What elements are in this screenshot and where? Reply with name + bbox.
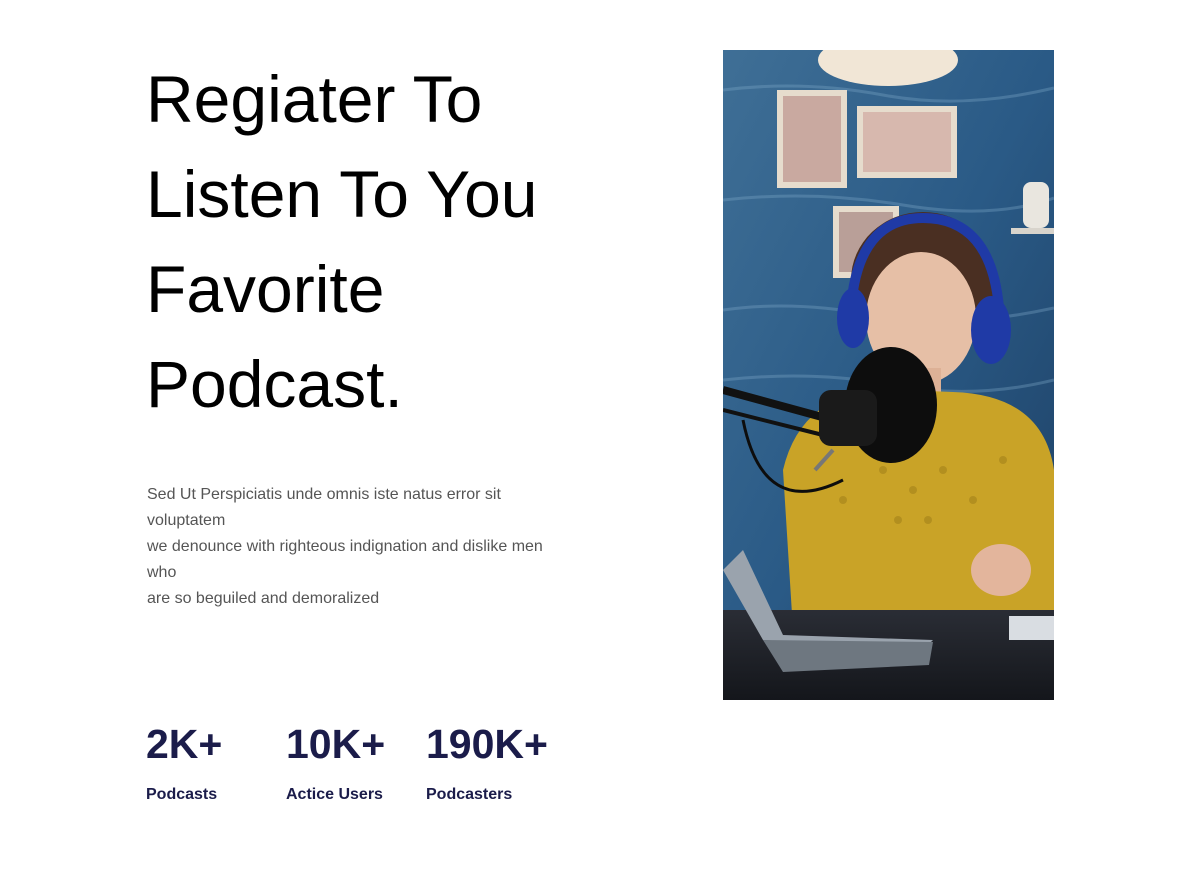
- hero-title-line-3: Favorite: [146, 252, 385, 326]
- hero-description-line-4: who: [147, 564, 177, 581]
- stat-value: 10K+: [286, 721, 386, 767]
- hero-description: Sed Ut Perspiciatis unde omnis iste natu…: [147, 482, 567, 612]
- stat-value: 2K+: [146, 721, 223, 767]
- hero-description-line-2: voluptatem: [147, 512, 226, 529]
- hero-title-line-2: Listen To You: [146, 157, 538, 231]
- stat-podcasters: 190K+ Podcasters: [426, 718, 548, 805]
- hero-title-line-4: Podcast.: [146, 347, 403, 421]
- stat-label: Podcasters: [426, 786, 513, 803]
- podcaster-photo-illustration: [723, 50, 1054, 700]
- hero-description-line-5: are so beguiled and demoralized: [147, 590, 380, 607]
- stat-value: 190K+: [426, 721, 548, 767]
- podcaster-photo: [723, 50, 1054, 700]
- hero-description-line-1: Sed Ut Perspiciatis unde omnis iste natu…: [147, 486, 501, 503]
- hero-title: Regiater To Listen To You Favorite Podca…: [146, 52, 626, 432]
- hero-description-line-3: we denounce with righteous indignation a…: [147, 538, 543, 555]
- stat-podcasts: 2K+ Podcasts: [146, 718, 222, 805]
- stat-active-users: 10K+ Actice Users: [286, 718, 385, 805]
- stat-label: Actice Users: [286, 786, 383, 803]
- stat-label: Podcasts: [146, 786, 218, 803]
- hero-title-line-1: Regiater To: [146, 62, 483, 136]
